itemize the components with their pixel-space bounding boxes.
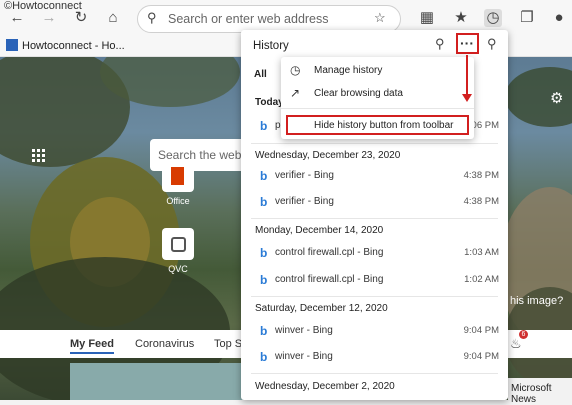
menu-item-hide-history-button[interactable]: Hide history button from toolbar xyxy=(286,115,469,135)
notification-badge: 6 xyxy=(519,330,528,339)
favorite-item[interactable]: Howtoconnect - Ho... xyxy=(6,39,125,52)
clock-icon: ◷ xyxy=(290,63,301,77)
date-header: Saturday, December 12, 2020 xyxy=(255,303,388,314)
annotation-arrow-line xyxy=(466,55,468,95)
menu-item-manage-history[interactable]: ◷ Manage history xyxy=(281,60,474,82)
office-tile[interactable] xyxy=(162,160,194,192)
add-favorite-icon[interactable]: ☆ xyxy=(374,10,386,26)
search-icon[interactable]: ⚲ xyxy=(435,36,445,52)
history-more-menu: ◷ Manage history ↗ Clear browsing data H… xyxy=(281,57,474,139)
date-header: Monday, December 14, 2020 xyxy=(255,225,384,236)
menu-item-clear-browsing-data[interactable]: ↗ Clear browsing data xyxy=(281,83,474,105)
address-bar[interactable]: ⚲ Search or enter web address ☆ xyxy=(137,5,401,33)
qvc-icon xyxy=(171,237,186,252)
pin-icon[interactable]: ⚲ xyxy=(487,36,497,52)
bing-icon: b xyxy=(260,195,268,209)
divider xyxy=(251,218,498,219)
forward-icon[interactable]: → xyxy=(40,9,58,27)
tab-all[interactable]: All xyxy=(254,69,267,80)
history-item[interactable]: b verifier - Bing 4:38 PM xyxy=(241,165,508,189)
home-icon[interactable]: ⌂ xyxy=(104,9,122,27)
feed-card-image[interactable] xyxy=(70,363,250,400)
divider xyxy=(251,296,498,297)
external-link-icon: ↗ xyxy=(290,86,301,100)
tab-my-feed[interactable]: My Feed xyxy=(70,338,115,354)
history-item[interactable]: b control firewall.cpl - Bing 1:02 AM xyxy=(241,269,508,293)
image-info-link[interactable]: his image? xyxy=(510,295,563,307)
date-header: Wednesday, December 2, 2020 xyxy=(255,381,395,392)
collections-icon[interactable]: ▦ xyxy=(418,9,436,27)
address-placeholder: Search or enter web address xyxy=(168,12,329,26)
more-options-highlight xyxy=(456,33,479,54)
bing-icon: b xyxy=(260,324,268,338)
date-header: Wednesday, December 23, 2020 xyxy=(255,150,401,161)
extensions-icon[interactable]: ❐ xyxy=(518,9,536,27)
divider xyxy=(251,143,498,144)
history-item[interactable]: b control firewall.cpl - Bing 1:03 AM xyxy=(241,242,508,266)
bing-icon: b xyxy=(260,119,268,133)
history-icon[interactable]: ◷ xyxy=(484,9,502,27)
bing-icon: b xyxy=(260,273,268,287)
bing-icon: b xyxy=(260,169,268,183)
divider xyxy=(281,108,474,109)
bing-icon: b xyxy=(260,350,268,364)
apps-grid-icon[interactable] xyxy=(32,149,46,163)
divider xyxy=(251,373,498,374)
back-icon[interactable]: ← xyxy=(8,9,26,27)
history-title: History xyxy=(253,40,289,52)
qvc-tile[interactable] xyxy=(162,228,194,260)
annotation-arrow-head xyxy=(462,94,472,102)
office-tile-label: Office xyxy=(166,196,190,206)
date-header-today: Today xyxy=(255,97,284,108)
bing-icon: b xyxy=(260,246,268,260)
profile-icon[interactable]: ● xyxy=(550,9,568,27)
history-item[interactable]: b winver - Bing 9:04 PM xyxy=(241,320,508,344)
search-icon: ⚲ xyxy=(147,10,157,25)
site-icon xyxy=(6,39,18,51)
qvc-tile-label: QVC xyxy=(168,264,188,274)
notification-bell-icon[interactable]: ♨ xyxy=(510,336,522,352)
tab-top-stories[interactable]: Top S xyxy=(214,338,242,350)
settings-gear-icon[interactable]: ⚙ xyxy=(550,89,563,107)
history-item[interactable]: b winver - Bing 9:04 PM xyxy=(241,346,508,370)
favorites-icon[interactable]: ★ xyxy=(452,9,470,27)
tab-coronavirus[interactable]: Coronavirus xyxy=(135,338,194,350)
office-icon xyxy=(171,167,184,185)
microsoft-news-label[interactable]: Microsoft News xyxy=(508,378,572,405)
refresh-icon[interactable]: ↻ xyxy=(72,9,90,27)
history-item[interactable]: b verifier - Bing 4:38 PM xyxy=(241,191,508,215)
